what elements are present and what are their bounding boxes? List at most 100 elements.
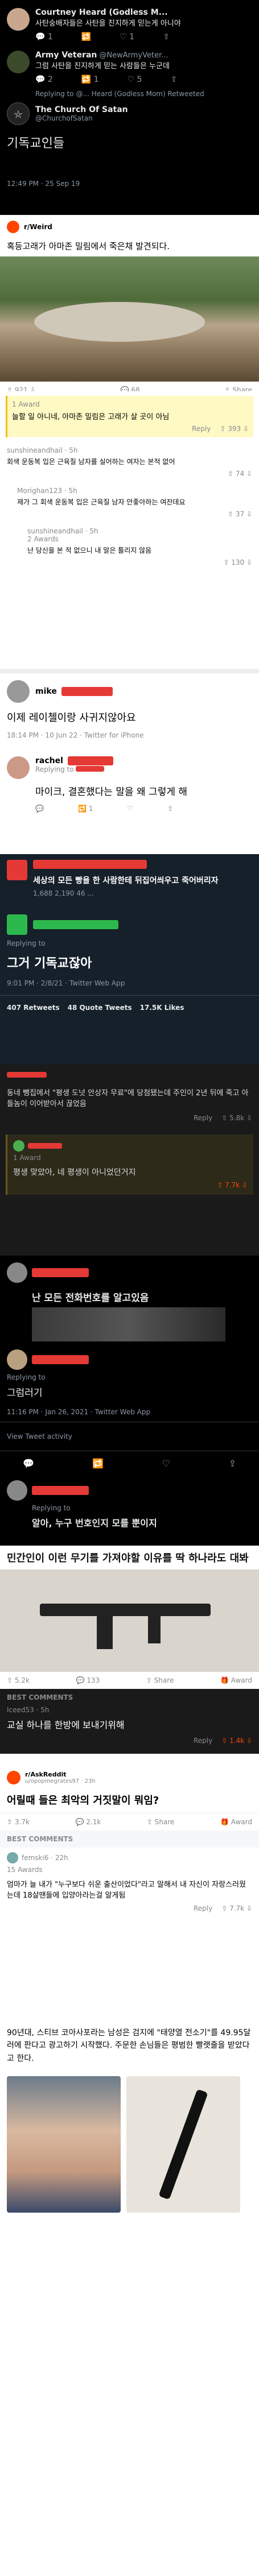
- tweet-author[interactable]: Courtney Heard (Godless M...: [35, 8, 168, 17]
- comment-icon[interactable]: 💬 133: [76, 1676, 100, 1684]
- reply-icon[interactable]: 💬: [23, 1458, 34, 1469]
- reply-icon[interactable]: 💬: [35, 805, 44, 813]
- comment-text: 난 당신을 본 적 없으니 내 말은 틀리지 않음: [27, 546, 152, 554]
- reply-button[interactable]: Reply: [194, 1114, 212, 1122]
- tweet-timestamp: 12:49 PM · 25 Sep 19: [7, 180, 80, 188]
- avatar[interactable]: [13, 1140, 24, 1152]
- share-icon[interactable]: ⇪: [229, 1458, 236, 1469]
- comment-user[interactable]: sunshineandhail · 5h: [7, 446, 252, 454]
- avatar[interactable]: [7, 1852, 18, 1863]
- share-button[interactable]: ⇪ Share: [147, 1818, 175, 1826]
- comment-user[interactable]: Morighan123 · 5h: [17, 487, 252, 495]
- retweet-icon[interactable]: 🔁 1: [78, 805, 93, 813]
- share-button[interactable]: ⇪ Share: [146, 1676, 174, 1684]
- post-actions: ⇧ 921 ⇩ 💬 68 ⇪ Share: [0, 382, 259, 391]
- vote-count[interactable]: ⇧ 74 ⇩: [228, 470, 252, 478]
- comment-icon[interactable]: 💬 68: [121, 386, 140, 391]
- vote-count[interactable]: ⇧ 1.4k ⇩: [221, 1737, 252, 1745]
- tweet-image: [32, 1307, 225, 1341]
- tweet-handle: @ChurchofSatan: [35, 114, 93, 122]
- share-icon[interactable]: ⇪: [171, 75, 178, 84]
- reddit-lie: r/AskReddit u/opopmegrates97 · 23h 어릴때 들…: [0, 1765, 259, 2021]
- vote-count[interactable]: ⇧ 393 ⇩: [220, 425, 249, 433]
- avatar[interactable]: [7, 1480, 27, 1501]
- retweet-icon[interactable]: 🔁 1: [81, 75, 99, 84]
- avatar[interactable]: [7, 8, 30, 31]
- tweet-author[interactable]: Army Veteran: [35, 51, 97, 60]
- tweet-text: 이제 레이첼이랑 사귀지않아요: [7, 712, 136, 724]
- tweet-text: 난 모든 전화번호를 알고있음: [32, 1293, 149, 1304]
- award-button[interactable]: 🎁 Award: [220, 1818, 252, 1826]
- subreddit-icon[interactable]: [7, 1771, 20, 1784]
- man-photo: [7, 2076, 121, 2213]
- tweet-author[interactable]: The Church Of Satan: [35, 105, 128, 114]
- subreddit-name[interactable]: r/AskReddit: [25, 1771, 96, 1778]
- comment-icon[interactable]: 💬 2.1k: [76, 1818, 101, 1826]
- vote-count[interactable]: ⇧ 37 ⇩: [228, 510, 252, 518]
- best-comment: femski6 · 22h 15 Awards 엄마가 늘 내가 "누구보다 쉬…: [0, 1848, 259, 1917]
- vote-count[interactable]: ⇧ 7.7k ⇩: [221, 1904, 252, 1912]
- tweet-actions: 💬 1 🔁 ♡ 1 ⇪: [35, 32, 252, 42]
- tweet-text: 그럼 사탄을 진지하게 믿는 사람들은 누군데: [35, 62, 170, 71]
- comment-text: 회색 운동복 입은 근육질 남자를 실어하는 여자는 본적 없어: [7, 458, 175, 466]
- retweet-icon[interactable]: 🔁: [81, 32, 91, 42]
- reply-button[interactable]: Reply: [194, 1737, 212, 1745]
- share-button[interactable]: ⇪ Share: [224, 386, 252, 391]
- vote-count[interactable]: ⇧ 7.7k ⇩: [217, 1181, 248, 1189]
- upvote-icon[interactable]: ⇧ 3.7k: [7, 1818, 30, 1826]
- share-icon[interactable]: ⇪: [167, 805, 173, 813]
- tweet-engagement: 407 Retweets 48 Quote Tweets 17.5K Likes: [0, 995, 259, 1020]
- post-user[interactable]: u/opopmegrates97 · 23h: [25, 1778, 96, 1784]
- reply-button[interactable]: Reply: [192, 425, 211, 433]
- solar-dryer-post: 90년대, 스티브 코아사포라는 남성은 검지에 "태양열 전소기"를 49.9…: [0, 2021, 259, 2576]
- post-title: 민간인이 이런 무기를 가져야할 이유를 딱 하나라도 대봐: [7, 1552, 249, 1564]
- comment-user[interactable]: sunshineandhail · 5h: [27, 527, 252, 535]
- like-icon[interactable]: ♡: [127, 805, 133, 813]
- reply-button[interactable]: Reply: [194, 1904, 212, 1912]
- tweet-timestamp: 9:01 PM · 2/8/21 · Twitter Web App: [7, 979, 125, 987]
- post-title: 혹등고래가 아마존 밀림에서 죽은채 발견되다.: [7, 241, 170, 251]
- award-badge: 1 Award: [12, 400, 40, 408]
- avatar[interactable]: [7, 756, 30, 779]
- tweet-author[interactable]: rachel: [35, 756, 63, 765]
- tweet-author[interactable]: mike: [35, 687, 57, 696]
- awards-badge: 15 Awards: [7, 1866, 43, 1874]
- subreddit-icon[interactable]: [7, 221, 19, 233]
- upvote-icon[interactable]: ⇧ 921 ⇩: [7, 386, 36, 391]
- avatar[interactable]: [7, 680, 30, 703]
- comment-user[interactable]: femski6 · 22h: [22, 1854, 68, 1862]
- tweet-timestamp: 18:14 PM · 10 Jun 22 · Twitter for iPhon…: [7, 731, 144, 739]
- tweet-2[interactable]: Army Veteran @NewArmyVeter... 그럼 사탄을 진지하게…: [0, 42, 259, 84]
- avatar[interactable]: [7, 51, 30, 73]
- view-activity-link[interactable]: View Tweet activity: [0, 1422, 259, 1451]
- tweet-actions: 💬 2 🔁 1 ♡ 5 ⇪: [35, 75, 252, 84]
- retweeted-note: Replying to @... Heard (Godless Mom) Ret…: [35, 90, 204, 98]
- subreddit-name[interactable]: r/Weird: [24, 223, 52, 231]
- award-button[interactable]: 🎁 Award: [220, 1676, 252, 1684]
- reply-icon[interactable]: 💬 1: [35, 32, 53, 42]
- upvote-icon[interactable]: ⇧ 5.2k: [7, 1676, 30, 1684]
- reddit-post-whale: r/Weird 혹등고래가 아마존 밀림에서 죽은채 발견되다. ⇧ 921 ⇩…: [0, 215, 259, 391]
- retweet-icon[interactable]: 🔁: [92, 1458, 104, 1469]
- vote-count[interactable]: ⇧ 5.8k ⇩: [221, 1114, 252, 1122]
- comment-1: 1 Award 늘할 일 아니네, 아마존 밀림은 고래가 살 곳이 아님 Re…: [6, 396, 253, 437]
- comment-user[interactable]: Iceed53 · 5h: [7, 1706, 252, 1714]
- retweet-count[interactable]: 407 Retweets: [7, 1004, 60, 1012]
- like-icon[interactable]: ♡: [162, 1458, 170, 1469]
- like-count[interactable]: 17.5K Likes: [140, 1004, 184, 1012]
- tweet-1[interactable]: Courtney Heard (Godless M... 사탄숭배자들은 사탄을…: [0, 0, 259, 42]
- avatar[interactable]: [7, 1262, 27, 1283]
- vote-count[interactable]: ⇧ 130 ⇩: [223, 558, 252, 566]
- share-icon[interactable]: ⇪: [163, 32, 170, 42]
- like-icon[interactable]: ♡ 5: [128, 75, 142, 84]
- quote-count[interactable]: 48 Quote Tweets: [68, 1004, 132, 1012]
- pentagram-avatar[interactable]: ⛤: [7, 102, 30, 125]
- tweet-actions: 💬 🔁 ♡ ⇪: [0, 1451, 259, 1476]
- redacted-handle: [67, 756, 113, 765]
- like-icon[interactable]: ♡ 1: [120, 32, 134, 42]
- section-label: BEST COMMENTS: [0, 1830, 259, 1848]
- section-label: BEST COMMENTS: [7, 1693, 73, 1701]
- avatar[interactable]: [7, 1349, 27, 1370]
- comment-2: sunshineandhail · 5h 회색 운동복 입은 근육질 남자를 실…: [0, 442, 259, 482]
- reply-icon[interactable]: 💬 2: [35, 75, 53, 84]
